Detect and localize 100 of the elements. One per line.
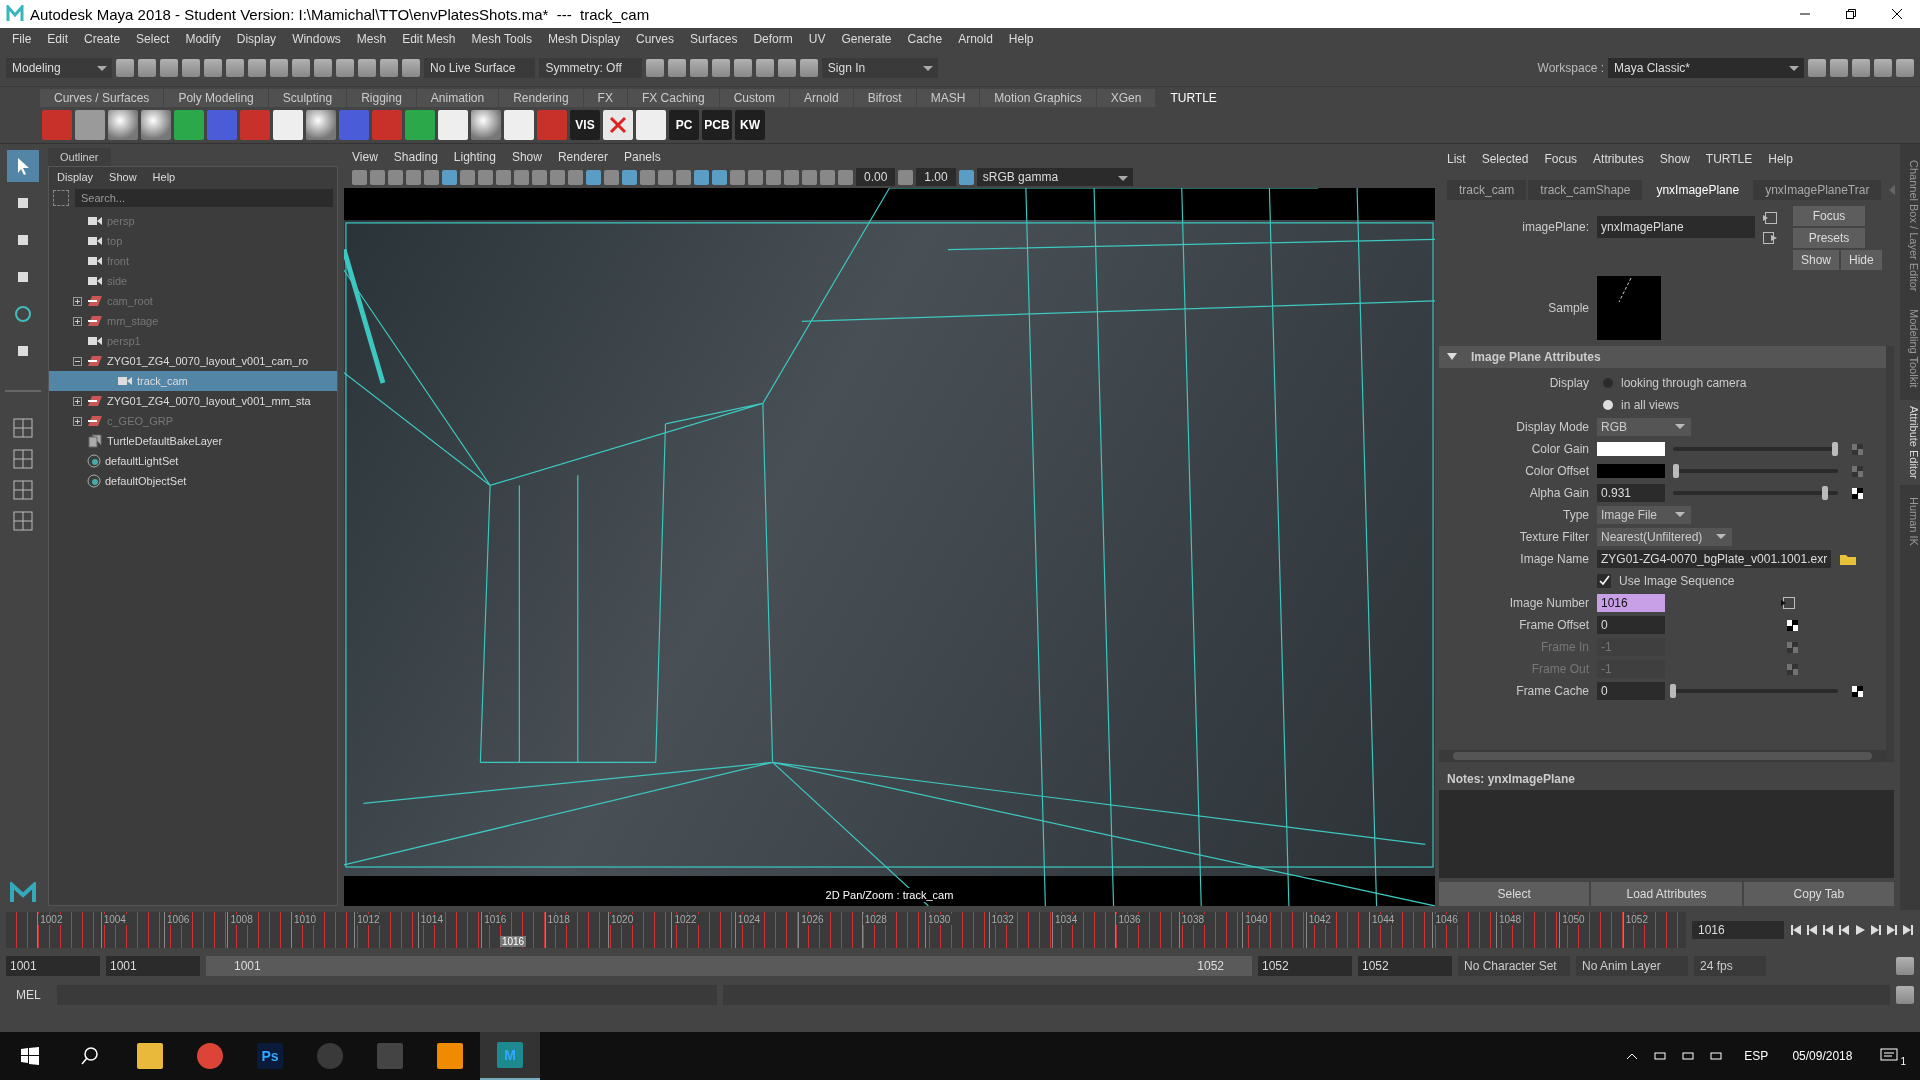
playback-control-icon[interactable] (1806, 924, 1818, 936)
shelf-tool-icon[interactable]: PCB (702, 110, 732, 140)
slider-thumb[interactable] (1821, 486, 1828, 500)
end-time-field[interactable]: 1052 (1358, 956, 1452, 976)
panel-menu[interactable]: Shading (385, 150, 446, 164)
workspace-dropdown[interactable]: Maya Classic* (1608, 58, 1804, 78)
expand-toggle-icon[interactable] (73, 396, 83, 406)
toolbar-icon[interactable] (777, 59, 796, 77)
viewport-tool-icon[interactable] (820, 169, 835, 185)
viewport-tool-icon[interactable] (496, 169, 511, 185)
attribute-menu[interactable]: TURTLE (1697, 152, 1761, 166)
viewport-tool-icon[interactable] (532, 169, 547, 185)
search-field[interactable]: Search... (75, 189, 333, 207)
playback-control-icon[interactable] (1822, 924, 1834, 936)
viewport-tool-icon[interactable] (478, 169, 493, 185)
playback-control-icon[interactable] (1902, 924, 1914, 936)
expand-toggle-icon[interactable] (73, 296, 83, 306)
menu-item[interactable]: Windows (284, 32, 349, 46)
viewport-tool-icon[interactable] (676, 169, 691, 185)
toolbar-icon[interactable] (667, 59, 686, 77)
viewport-tool-icon[interactable] (604, 169, 619, 185)
color-management-icon[interactable] (958, 169, 974, 185)
attribute-menu[interactable]: Selected (1473, 152, 1537, 166)
viewport-tool-icon[interactable] (460, 169, 475, 185)
playback-control-icon[interactable] (1790, 924, 1802, 936)
map-button-icon[interactable] (1852, 487, 1863, 499)
node-tab[interactable]: ynxImagePlaneTrar (1753, 180, 1882, 200)
focus-button[interactable]: Focus (1793, 206, 1865, 226)
viewport-tool-icon[interactable] (586, 169, 601, 185)
playback-start-field[interactable]: 1001 (106, 956, 200, 976)
menu-item[interactable]: Select (128, 32, 178, 46)
outliner-menu[interactable]: Show (101, 171, 145, 183)
layout-icon[interactable] (1830, 59, 1848, 77)
toolbar-icon[interactable] (755, 59, 774, 77)
playback-control-icon[interactable] (1870, 924, 1882, 936)
color-swatch[interactable] (1597, 464, 1665, 478)
viewport-tool-icon[interactable] (370, 169, 385, 185)
menu-item[interactable]: Mesh Display (540, 32, 629, 46)
attribute-dropdown[interactable]: RGB (1597, 418, 1691, 436)
filter-icon[interactable] (53, 190, 69, 206)
viewport-tool-icon[interactable] (640, 169, 655, 185)
viewport-tool-icon[interactable] (388, 169, 403, 185)
shelf-tool-icon[interactable] (108, 110, 138, 140)
shelf-tool-icon[interactable] (603, 110, 633, 140)
prefs-icon[interactable] (1896, 957, 1914, 975)
radio-button[interactable] (1603, 400, 1613, 410)
viewport-tool-icon[interactable] (406, 169, 421, 185)
shelf-tool-icon[interactable] (306, 110, 336, 140)
outliner-item[interactable]: ZYG01_ZG4_0070_layout_v001_cam_ro (49, 351, 337, 371)
node-tab[interactable]: track_cam (1447, 180, 1527, 200)
exposure-field[interactable]: 0.00 (856, 168, 896, 186)
expand-toggle-icon[interactable] (73, 356, 83, 366)
input-language-label[interactable]: ESP (1730, 1049, 1783, 1063)
side-tab[interactable]: Modeling Toolkit (1900, 303, 1920, 395)
presets-button[interactable]: Presets (1793, 228, 1865, 248)
viewport-tool-icon[interactable] (694, 169, 709, 185)
shelf-tool-icon[interactable] (141, 110, 171, 140)
playback-control-icon[interactable] (1886, 924, 1898, 936)
horizontal-scrollbar[interactable] (1439, 750, 1886, 762)
outliner-item[interactable]: defaultLightSet (49, 451, 337, 471)
number-field[interactable]: 0 (1597, 682, 1665, 700)
hide-button[interactable]: Hide (1841, 250, 1882, 270)
number-field[interactable]: 1016 (1597, 594, 1665, 612)
viewport-tool-icon[interactable] (550, 169, 565, 185)
playback-control-icon[interactable] (1838, 924, 1850, 936)
attribute-dropdown[interactable]: Image File (1597, 506, 1691, 524)
menu-item[interactable]: UV (800, 32, 834, 46)
shelf-tab[interactable]: XGen (1096, 89, 1156, 107)
shelf-tab[interactable]: Rendering (499, 89, 583, 107)
radio-button[interactable] (1603, 378, 1613, 388)
toolbar-icon[interactable] (733, 59, 752, 77)
viewport-tool-icon[interactable] (766, 169, 781, 185)
panel-menu[interactable]: Lighting (445, 150, 504, 164)
outliner-item[interactable]: TurtleDefaultBakeLayer (49, 431, 337, 451)
shelf-tool-icon[interactable]: PC (669, 110, 699, 140)
panel-menu[interactable]: Panels (615, 150, 669, 164)
menu-set-dropdown[interactable]: Modeling (6, 58, 112, 78)
attribute-menu[interactable]: Show (1651, 152, 1698, 166)
expand-toggle-icon[interactable] (73, 416, 83, 426)
viewport-tool-icon[interactable] (442, 169, 457, 185)
viewport-tool-icon[interactable] (748, 169, 763, 185)
shelf-tab[interactable]: Sculpting (268, 89, 347, 107)
output-connection-icon[interactable] (1763, 232, 1777, 244)
panel-menu[interactable]: Renderer (549, 150, 616, 164)
shelf-tab[interactable]: Rigging (347, 89, 416, 107)
shelf-tab[interactable]: Arnold (789, 89, 853, 107)
shelf-tab[interactable]: MASH (916, 89, 980, 107)
menu-item[interactable]: Curves (628, 32, 683, 46)
symmetry-dropdown[interactable]: Symmetry: Off (539, 58, 642, 78)
range-slider[interactable]: 1001 1052 (206, 956, 1252, 976)
section-header[interactable]: Image Plane Attributes (1439, 346, 1886, 368)
script-editor-icon[interactable] (1896, 986, 1914, 1004)
viewport-tool-icon[interactable] (730, 169, 745, 185)
time-slider[interactable]: 1002 1004 1006 1008 1010 1012 1014 1016 1018 1020 1022 1024 1026 1028 1030 1032 1034 1036 1038 1040 1042 1044 1046 1048 1050 1052 1016 (6, 912, 1686, 948)
slider-thumb[interactable] (1673, 464, 1680, 478)
outliner-item[interactable]: ZYG01_ZG4_0070_layout_v001_mm_sta (49, 391, 337, 411)
folder-icon[interactable] (1839, 552, 1858, 566)
menu-item[interactable]: Edit Mesh (394, 32, 464, 46)
attribute-menu[interactable]: Attributes (1585, 152, 1652, 166)
menu-item[interactable]: Cache (899, 32, 951, 46)
